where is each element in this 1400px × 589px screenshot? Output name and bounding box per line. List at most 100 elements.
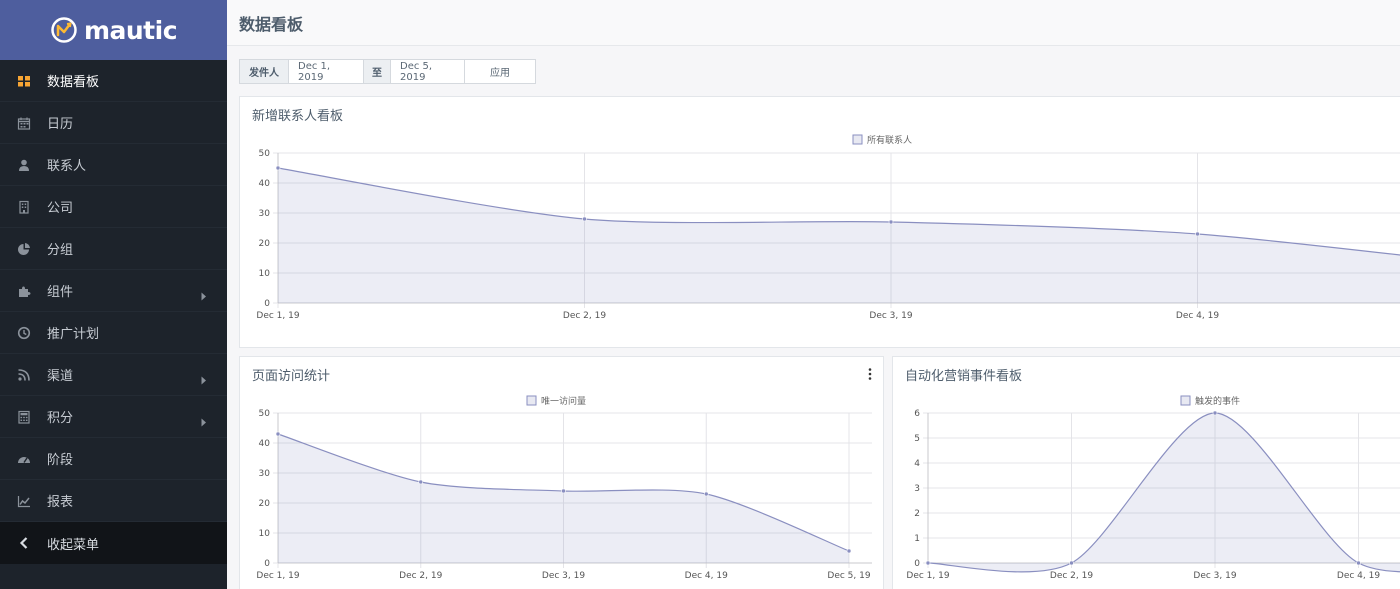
sidebar-item-label: 阶段 bbox=[47, 453, 74, 468]
date-from-input[interactable]: Dec 1, 2019 bbox=[289, 60, 364, 83]
legend-swatch bbox=[852, 134, 863, 145]
new-contacts-chart: 所有联系人 0 10 20 30 40 50 Dec 1, 19 Dec 2, 19 Dec 3,… bbox=[256, 134, 1400, 321]
dashboard-icon bbox=[17, 74, 31, 88]
sidebar-item-label: 数据看板 bbox=[47, 75, 100, 90]
sidebar-item-calculator[interactable]: 积分 bbox=[0, 396, 227, 438]
page-visits-widget: 页面访问统计 唯一访问量 0 10 20 30 40 50 Dec 1, 19 Dec 2, 1… bbox=[239, 356, 884, 589]
sidebar-item-user[interactable]: 联系人 bbox=[0, 144, 227, 186]
chart-legend: 所有联系人 bbox=[852, 134, 912, 146]
sidebar-item-label: 报表 bbox=[47, 495, 74, 510]
series-area bbox=[928, 413, 1400, 572]
caret-right-icon bbox=[201, 286, 207, 305]
sidebar-item-rss[interactable]: 渠道 bbox=[0, 354, 227, 396]
date-to-label: 至 bbox=[364, 60, 391, 83]
sidebar-nav: 数据看板日历联系人公司分组组件推广计划渠道积分阶段报表收起菜单 bbox=[0, 60, 227, 564]
brand-name: mautic bbox=[83, 15, 178, 45]
tachometer-icon bbox=[17, 452, 31, 466]
sidebar: mautic 数据看板日历联系人公司分组组件推广计划渠道积分阶段报表收起菜单 bbox=[0, 0, 227, 589]
sidebar-item-label: 组件 bbox=[47, 285, 74, 300]
y-tick-label: 20 bbox=[259, 239, 271, 249]
sidebar-item-label: 积分 bbox=[47, 411, 74, 426]
page-header: 数据看板 bbox=[227, 0, 1400, 46]
caret-right-icon bbox=[201, 370, 207, 389]
sidebar-item-clock[interactable]: 推广计划 bbox=[0, 312, 227, 354]
sidebar-item-label: 推广计划 bbox=[47, 327, 100, 342]
pie-chart-icon bbox=[17, 242, 31, 256]
caret-right-icon bbox=[201, 412, 207, 431]
data-point bbox=[275, 431, 281, 437]
sidebar-item-dashboard[interactable]: 数据看板 bbox=[0, 60, 227, 102]
x-tick-label: Dec 1, 19 bbox=[906, 571, 949, 581]
date-to-input[interactable]: Dec 5, 2019 bbox=[391, 60, 465, 83]
sidebar-item-building[interactable]: 公司 bbox=[0, 186, 227, 228]
data-point bbox=[275, 165, 281, 171]
data-point bbox=[561, 488, 566, 494]
legend-label: 唯一访问量 bbox=[541, 395, 586, 407]
x-tick-label: Dec 2, 19 bbox=[563, 311, 606, 321]
chevron-left-icon bbox=[17, 536, 31, 550]
collapse-menu-button[interactable]: 收起菜单 bbox=[0, 522, 227, 564]
data-point bbox=[925, 560, 931, 566]
x-tick-label: Dec 3, 19 bbox=[869, 311, 912, 321]
clock-icon bbox=[17, 326, 31, 340]
brand-header[interactable]: mautic bbox=[0, 0, 227, 60]
page-visits-chart: 唯一访问量 0 10 20 30 40 50 Dec 1, 19 Dec 2, 19 Dec 3,… bbox=[256, 395, 872, 581]
y-tick-label: 50 bbox=[259, 149, 271, 159]
date-range-filter: 发件人 Dec 1, 2019 至 Dec 5, 2019 应用 bbox=[239, 59, 536, 84]
sidebar-item-label: 分组 bbox=[47, 243, 74, 258]
sidebar-item-puzzle[interactable]: 组件 bbox=[0, 270, 227, 312]
y-tick-label: 0 bbox=[264, 299, 270, 309]
line-chart-icon bbox=[17, 494, 31, 508]
x-tick-label: Dec 3, 19 bbox=[542, 571, 585, 581]
chart-legend: 唯一访问量 bbox=[526, 395, 586, 407]
y-tick-label: 30 bbox=[259, 209, 271, 219]
data-point bbox=[1069, 560, 1074, 566]
x-tick-label: Dec 4, 19 bbox=[1176, 311, 1219, 321]
mautic-logo-icon bbox=[51, 17, 77, 43]
y-tick-label: 3 bbox=[914, 484, 920, 494]
y-tick-label: 0 bbox=[914, 559, 920, 569]
y-tick-label: 1 bbox=[914, 534, 920, 544]
y-tick-label: 50 bbox=[259, 409, 271, 419]
legend-swatch bbox=[526, 395, 537, 406]
y-tick-label: 10 bbox=[259, 529, 271, 539]
x-tick-label: Dec 2, 19 bbox=[1050, 571, 1093, 581]
x-tick-label: Dec 1, 19 bbox=[256, 311, 299, 321]
new-contacts-widget: 新增联系人看板 所有联系人 0 10 20 30 40 50 Dec 1, 19 Dec 2, … bbox=[239, 96, 1400, 348]
user-icon bbox=[17, 158, 31, 172]
rss-icon bbox=[17, 368, 31, 382]
chart-legend: 触发的事件 bbox=[1180, 395, 1240, 407]
data-point bbox=[418, 479, 424, 485]
apply-button[interactable]: 应用 bbox=[465, 60, 535, 83]
data-point bbox=[1195, 231, 1200, 237]
data-point bbox=[703, 491, 709, 497]
automation-events-chart: 触发的事件 0 1 2 3 4 5 6 Dec 1, 19 Dec 2, 19 Dec 3, 19 D… bbox=[906, 395, 1400, 581]
sidebar-item-label: 公司 bbox=[47, 201, 74, 216]
automation-events-widget: 自动化营销事件看板 触发的事件 0 1 2 3 4 5 6 Dec 1, 19 Dec 2, 19… bbox=[892, 356, 1400, 589]
legend-swatch bbox=[1180, 395, 1191, 406]
sidebar-item-pie-chart[interactable]: 分组 bbox=[0, 228, 227, 270]
data-point bbox=[582, 216, 587, 222]
sidebar-item-calendar[interactable]: 日历 bbox=[0, 102, 227, 144]
sidebar-item-label: 日历 bbox=[47, 117, 74, 132]
x-tick-label: Dec 1, 19 bbox=[256, 571, 299, 581]
y-tick-label: 0 bbox=[264, 559, 270, 569]
legend-label: 所有联系人 bbox=[867, 134, 912, 146]
date-from-label: 发件人 bbox=[240, 60, 289, 83]
sidebar-item-tachometer[interactable]: 阶段 bbox=[0, 438, 227, 480]
y-tick-label: 40 bbox=[259, 439, 271, 449]
sidebar-item-label: 联系人 bbox=[47, 159, 87, 174]
x-tick-label: Dec 5, 19 bbox=[827, 571, 870, 581]
main-content: 数据看板 发件人 Dec 1, 2019 至 Dec 5, 2019 应用 新增… bbox=[227, 0, 1400, 589]
sidebar-item-line-chart[interactable]: 报表 bbox=[0, 480, 227, 522]
y-tick-label: 6 bbox=[914, 409, 920, 419]
data-point bbox=[846, 548, 852, 554]
x-tick-label: Dec 3, 19 bbox=[1193, 571, 1236, 581]
y-tick-label: 5 bbox=[914, 434, 920, 444]
y-tick-label: 20 bbox=[259, 499, 271, 509]
y-tick-label: 2 bbox=[914, 509, 920, 519]
legend-label: 触发的事件 bbox=[1195, 395, 1240, 407]
data-point bbox=[1212, 410, 1218, 416]
calculator-icon bbox=[17, 410, 31, 424]
x-tick-label: Dec 4, 19 bbox=[1337, 571, 1380, 581]
